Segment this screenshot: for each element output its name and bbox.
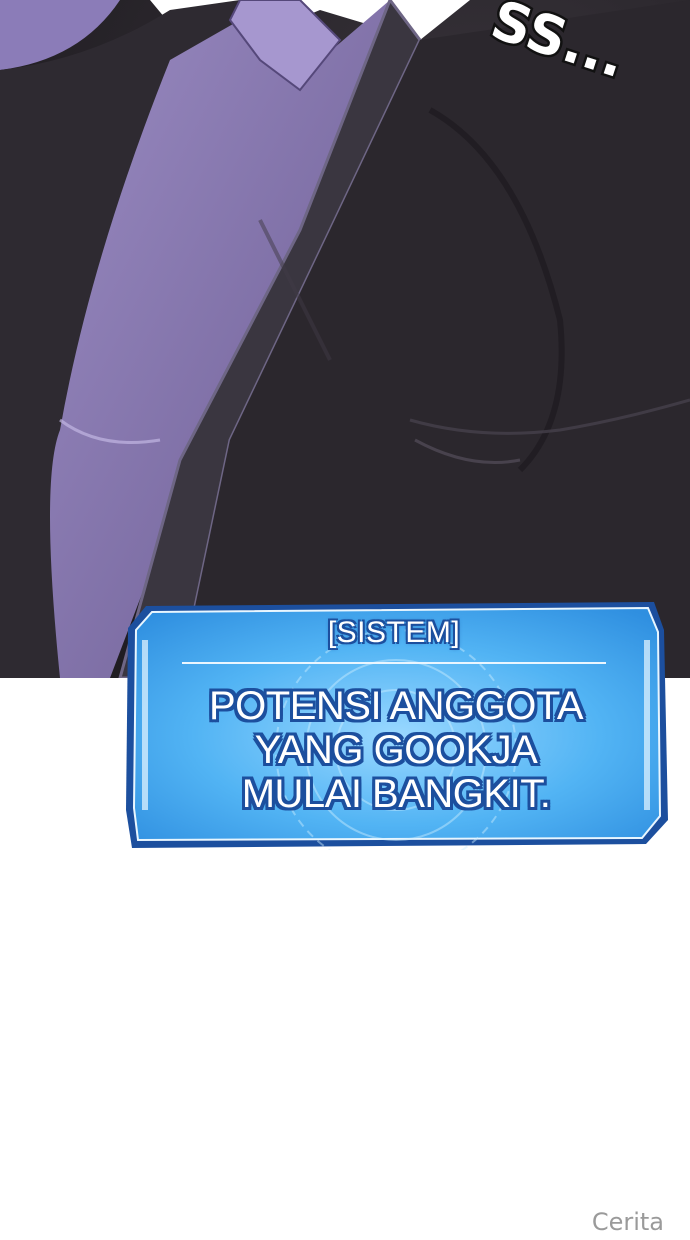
message-line: YANG GOOKJA — [254, 728, 538, 772]
comic-panel-artwork: SS... — [0, 0, 690, 678]
system-notification-box: [SISTEM] POTENSI ANGGOTA YANG GOOKJA MUL… — [124, 600, 668, 850]
system-message: POTENSI ANGGOTA YANG GOOKJA MULAI BANGKI… — [160, 684, 632, 816]
jacket-illustration: SS... — [0, 0, 690, 678]
system-header: [SISTEM] — [327, 616, 461, 649]
header-divider — [182, 662, 606, 664]
corner-watermark-label: Cerita — [591, 1208, 664, 1236]
message-line: MULAI BANGKIT. — [241, 772, 551, 816]
message-line: POTENSI ANGGOTA — [208, 684, 584, 728]
